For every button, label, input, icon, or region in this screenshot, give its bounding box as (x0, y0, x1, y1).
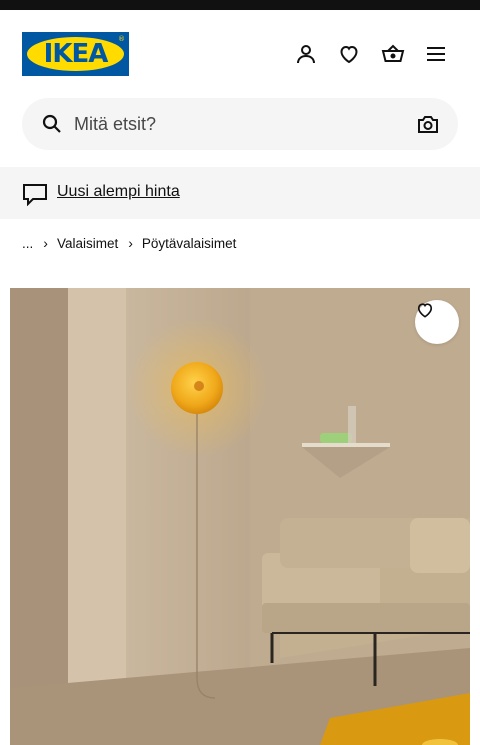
chevron-right-icon: › (128, 235, 133, 251)
status-bar (0, 0, 480, 10)
search-icon (42, 114, 61, 133)
speech-bubble-icon (23, 184, 47, 206)
registered-mark: ® (118, 35, 125, 43)
breadcrumb-item[interactable]: Valaisimet (57, 236, 118, 251)
favorite-button[interactable] (415, 300, 459, 344)
chevron-right-icon: › (43, 235, 48, 251)
heart-icon[interactable] (335, 40, 363, 68)
site-header: IKEA ® (0, 10, 480, 98)
search-bar[interactable] (22, 98, 458, 150)
room-scene-illustration (10, 288, 470, 745)
breadcrumb: ... › Valaisimet › Pöytävalaisimet (22, 232, 236, 254)
account-icon[interactable] (292, 40, 320, 68)
product-hero-image[interactable] (10, 288, 470, 745)
ikea-logo[interactable]: IKEA ® (22, 32, 129, 76)
logo-wordmark: IKEA (43, 39, 109, 69)
price-banner[interactable]: Uusi alempi hinta (0, 167, 480, 219)
heart-icon (417, 303, 433, 318)
breadcrumb-ellipsis[interactable]: ... (22, 236, 33, 251)
basket-icon[interactable] (379, 40, 407, 68)
search-input[interactable] (74, 98, 404, 150)
breadcrumb-item[interactable]: Pöytävalaisimet (142, 236, 237, 251)
menu-icon[interactable] (422, 40, 450, 68)
camera-icon[interactable] (416, 112, 440, 136)
banner-link[interactable]: Uusi alempi hinta (57, 167, 180, 219)
